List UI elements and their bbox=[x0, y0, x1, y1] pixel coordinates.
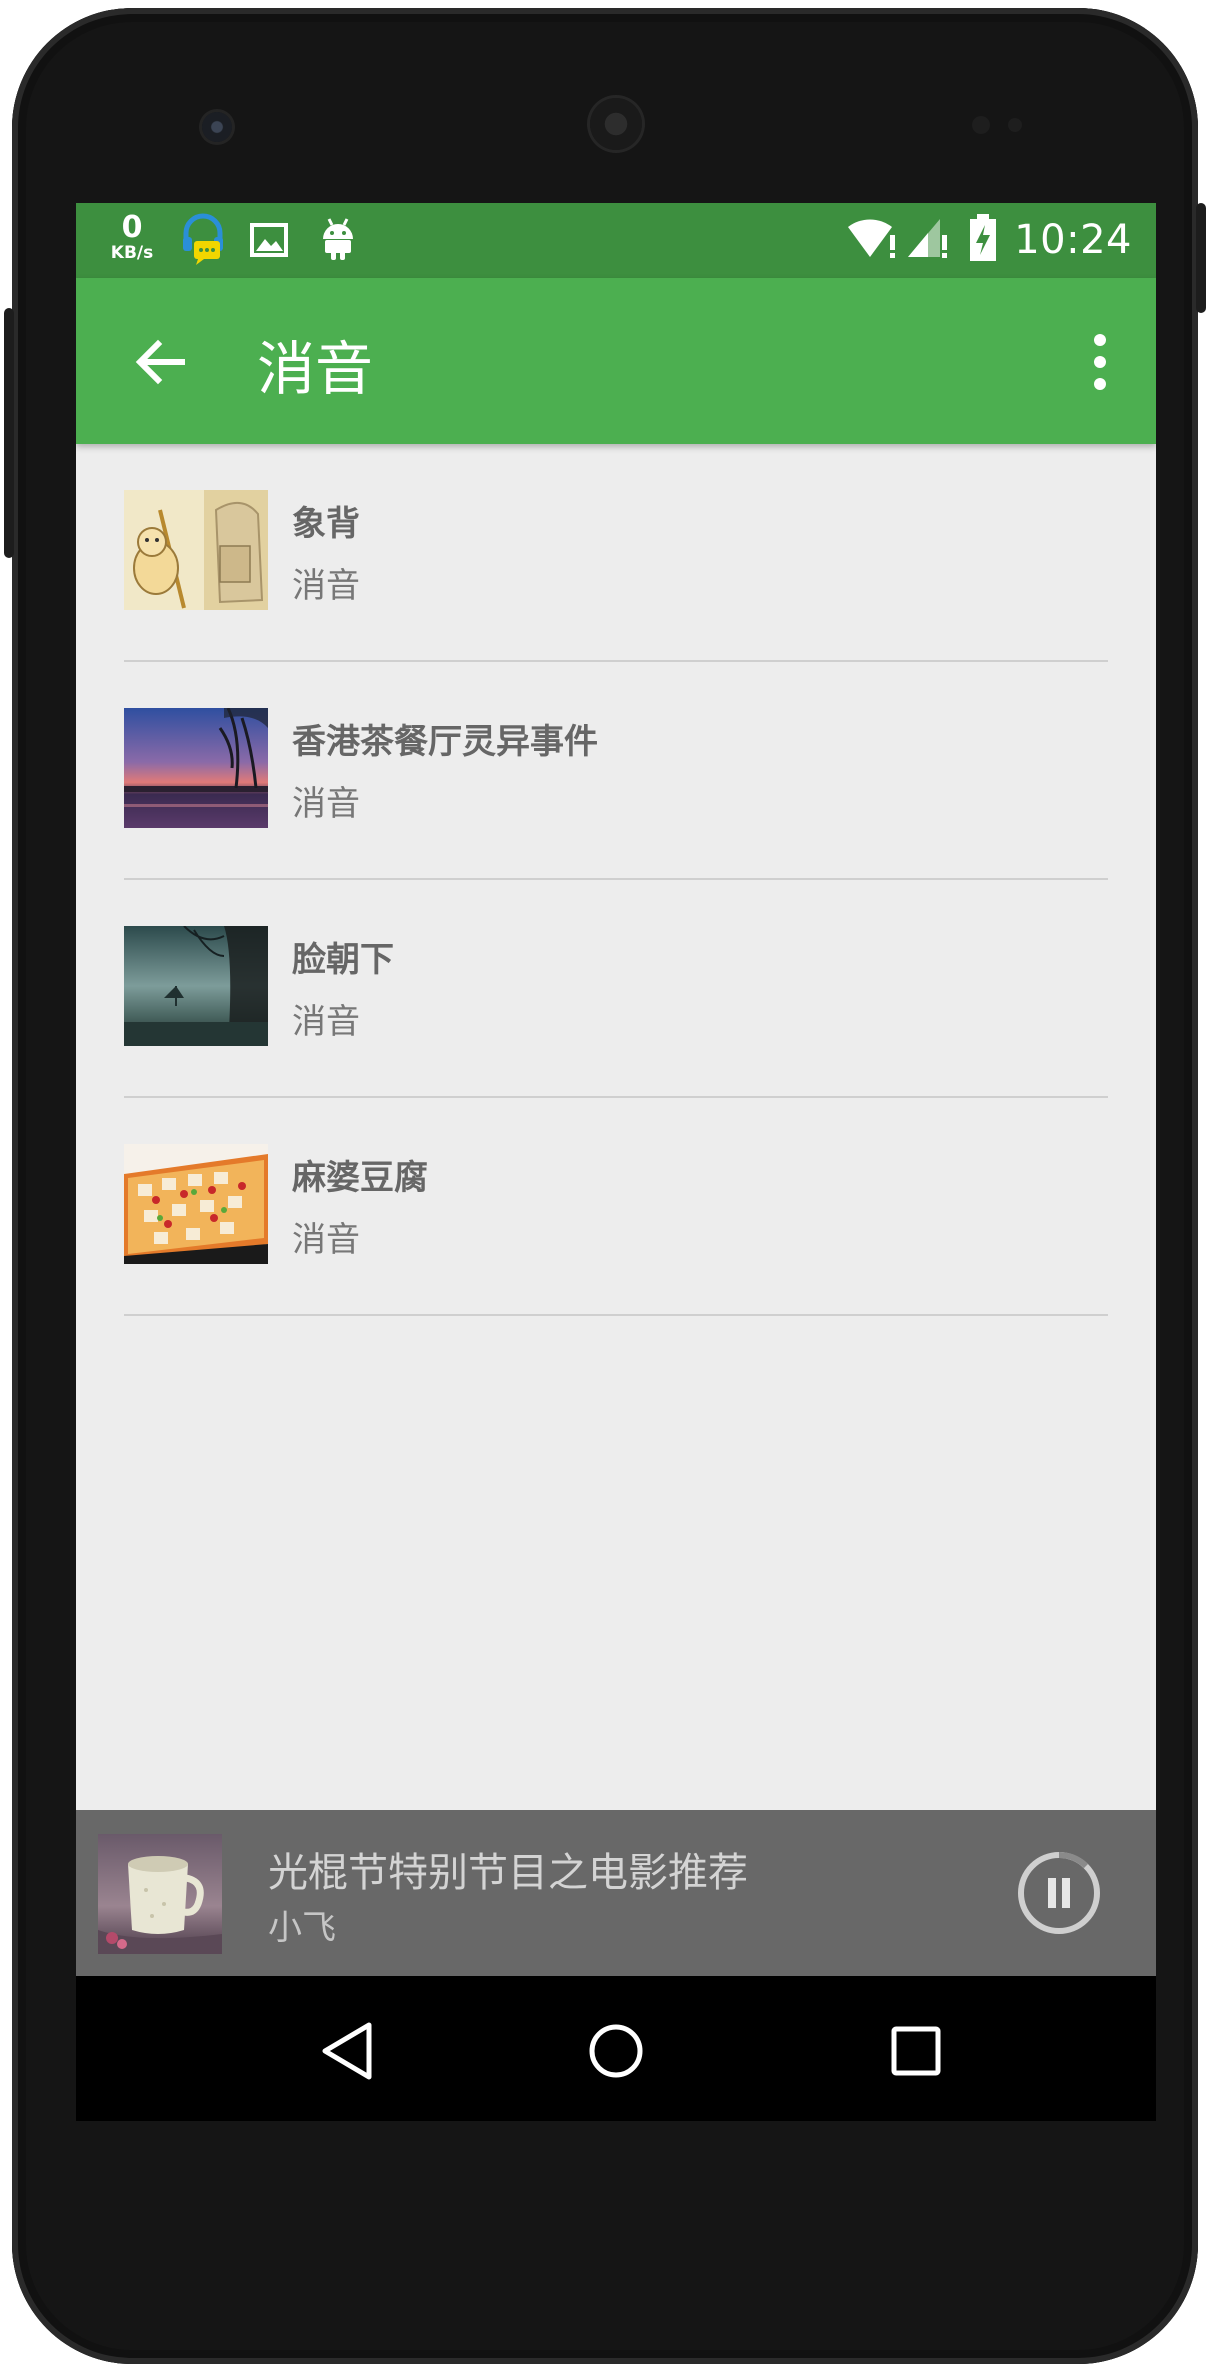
more-vert-icon bbox=[1094, 334, 1106, 390]
phone-power-button bbox=[1196, 203, 1206, 313]
home-circle-icon bbox=[589, 2024, 643, 2078]
nav-recents-button[interactable] bbox=[876, 2011, 956, 2091]
more-options-button[interactable] bbox=[1080, 328, 1120, 398]
list-item[interactable]: 脸朝下 消音 bbox=[124, 880, 1108, 1098]
list-item[interactable]: 麻婆豆腐 消音 bbox=[124, 1098, 1108, 1316]
app-toolbar: 消音 bbox=[76, 278, 1156, 444]
item-title: 象背 bbox=[292, 504, 360, 544]
item-thumbnail bbox=[124, 708, 268, 828]
nav-back-button[interactable] bbox=[311, 2011, 391, 2091]
player-artist: 小飞 bbox=[268, 1908, 336, 1948]
signal-icon bbox=[906, 215, 950, 265]
image-icon bbox=[250, 223, 288, 261]
item-thumbnail bbox=[124, 490, 268, 610]
list-item[interactable]: 象背 消音 bbox=[124, 444, 1108, 662]
item-subtitle: 消音 bbox=[292, 566, 360, 606]
phone-frame: 0 KB/s 10:24 消音 象背 消音 香港茶餐厅灵异事件 消音 脸朝下 消… bbox=[4, 8, 1206, 2364]
list-item[interactable]: 香港茶餐厅灵异事件 消音 bbox=[124, 662, 1108, 880]
player-cover-art bbox=[98, 1834, 222, 1954]
item-subtitle: 消音 bbox=[292, 784, 360, 824]
item-thumbnail bbox=[124, 1144, 268, 1264]
status-bar: 0 KB/s 10:24 bbox=[76, 203, 1156, 278]
proximity-sensor bbox=[972, 116, 990, 134]
net-speed-value: 0 bbox=[121, 210, 143, 245]
android-icon bbox=[320, 217, 356, 265]
item-thumbnail bbox=[124, 926, 268, 1046]
item-title: 香港茶餐厅灵异事件 bbox=[292, 722, 598, 762]
arrow-back-icon bbox=[135, 339, 185, 385]
player-title: 光棍节特别节目之电影推荐 bbox=[268, 1850, 748, 1896]
mini-player[interactable]: 光棍节特别节目之电影推荐 小飞 bbox=[76, 1810, 1156, 1976]
battery-charging-icon bbox=[968, 213, 998, 267]
nav-home-button[interactable] bbox=[576, 2011, 656, 2091]
earpiece-speaker bbox=[590, 98, 642, 150]
back-triangle-icon bbox=[322, 2022, 372, 2080]
page-title: 消音 bbox=[257, 335, 374, 403]
phone-volume-button bbox=[4, 308, 14, 558]
item-subtitle: 消音 bbox=[292, 1002, 360, 1042]
recents-square-icon bbox=[891, 2026, 941, 2076]
pause-icon bbox=[1018, 1851, 1100, 1934]
net-speed-unit: KB/s bbox=[110, 243, 154, 263]
system-navigation-bar bbox=[76, 1976, 1156, 2121]
item-title: 麻婆豆腐 bbox=[292, 1158, 428, 1198]
light-sensor bbox=[1008, 118, 1022, 132]
net-speed-indicator: 0 KB/s bbox=[104, 213, 160, 262]
front-camera bbox=[202, 112, 232, 142]
headset-message-icon bbox=[180, 213, 226, 269]
clock-time: 10:24 bbox=[1014, 217, 1132, 263]
back-button[interactable] bbox=[128, 330, 192, 394]
play-pause-button[interactable] bbox=[1016, 1850, 1102, 1936]
wifi-icon bbox=[846, 215, 898, 265]
item-title: 脸朝下 bbox=[292, 940, 394, 980]
screen: 0 KB/s 10:24 消音 象背 消音 香港茶餐厅灵异事件 消音 脸朝下 消… bbox=[76, 203, 1156, 2121]
sound-list: 象背 消音 香港茶餐厅灵异事件 消音 脸朝下 消音 麻婆豆腐 消音 bbox=[124, 444, 1108, 1316]
item-subtitle: 消音 bbox=[292, 1220, 360, 1260]
